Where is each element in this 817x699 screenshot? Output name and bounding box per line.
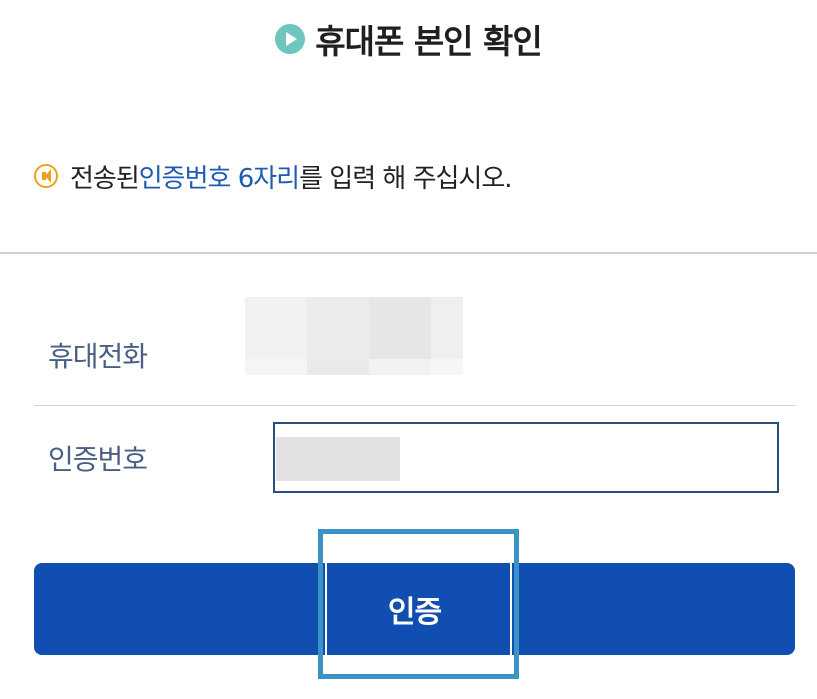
play-circle-icon — [275, 24, 306, 54]
code-label: 인증번호 — [48, 443, 148, 476]
notice-highlight: 인증번호 6자리 — [138, 163, 300, 194]
notice-text-after: 를 입력 해 주십시오. — [299, 163, 512, 194]
verify-button[interactable]: 인증 — [34, 563, 795, 655]
speaker-icon — [34, 164, 58, 188]
notice-text-before: 전송된 — [70, 163, 140, 194]
page-title: 휴대폰 본인 확인 — [315, 22, 542, 61]
section-divider — [0, 252, 817, 254]
row-divider — [34, 405, 795, 406]
page-header: 휴대폰 본인 확인 — [0, 14, 817, 64]
masked-phone-number — [245, 297, 463, 375]
instruction-notice: 전송된 인증번호 6자리 를 입력 해 주십시오. — [34, 156, 513, 196]
masked-code-value — [276, 437, 400, 481]
phone-label: 휴대전화 — [48, 340, 148, 373]
